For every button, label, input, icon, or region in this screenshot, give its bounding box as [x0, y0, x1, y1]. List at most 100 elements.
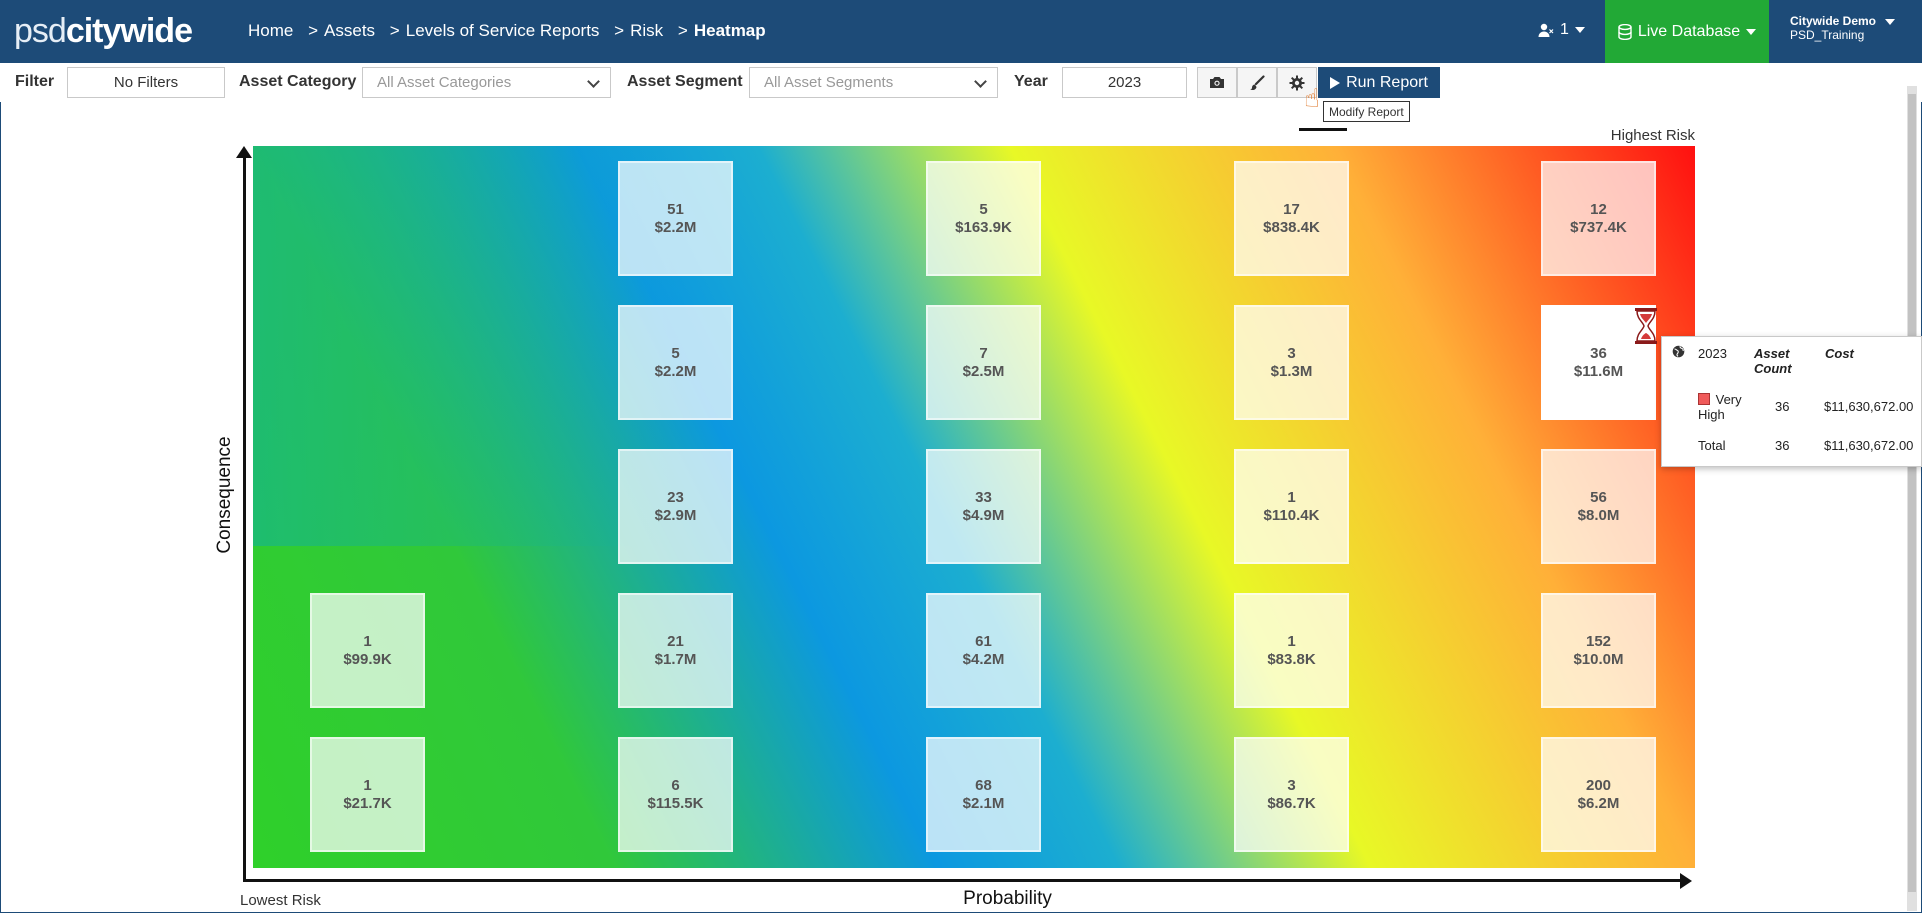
breadcrumb-assets[interactable]: Assets	[324, 21, 375, 40]
cell-cost: $4.2M	[962, 650, 1005, 668]
heatmap-cell[interactable]: 23 $2.9M	[618, 449, 733, 564]
heatmap-cell[interactable]: 6 $115.5K	[618, 737, 733, 852]
vertical-scrollbar[interactable]	[1907, 86, 1917, 911]
popup-col-count-2: Count	[1754, 361, 1792, 376]
heatmap-cell[interactable]: 21 $1.7M	[618, 593, 733, 708]
snapshot-button[interactable]	[1197, 67, 1237, 98]
popup-total-cost: $11,630,672.00	[1824, 438, 1914, 453]
cell-cost: $11.6M	[1573, 362, 1624, 380]
cell-cost: $4.9M	[962, 506, 1005, 524]
asset-category-placeholder: All Asset Categories	[377, 74, 512, 91]
heatmap-cell[interactable]: 61 $4.2M	[926, 593, 1041, 708]
globe-icon	[1672, 345, 1685, 361]
breadcrumb: Home > Assets > Levels of Service Reports …	[248, 20, 766, 42]
cell-cost: $2.5M	[962, 362, 1005, 380]
cell-cost: $737.4K	[1570, 218, 1627, 236]
cell-count: 5	[671, 344, 680, 362]
heatmap-cell[interactable]: 33 $4.9M	[926, 449, 1041, 564]
year-label: Year	[1014, 73, 1048, 90]
popup-row-label-1: Very	[1698, 392, 1742, 407]
run-report-button[interactable]: Run Report	[1318, 67, 1440, 98]
chevron-down-icon	[1746, 28, 1757, 35]
very-high-swatch	[1698, 393, 1710, 405]
y-axis-line	[243, 150, 246, 882]
cell-cost: $2.9M	[654, 506, 697, 524]
scrollbar-thumb[interactable]	[1908, 94, 1916, 892]
cell-count: 61	[975, 632, 992, 650]
cell-cost: $163.9K	[955, 218, 1012, 236]
heatmap-cell[interactable]: 3 $1.3M	[1234, 305, 1349, 420]
cell-cost: $10.0M	[1573, 650, 1624, 668]
x-axis-label: Probability	[963, 888, 1052, 909]
breadcrumb-separator: >	[677, 21, 688, 40]
heatmap-cell[interactable]: 51 $2.2M	[618, 161, 733, 276]
filter-field[interactable]: No Filters	[67, 67, 225, 98]
heatmap-cell[interactable]: 12 $737.4K	[1541, 161, 1656, 276]
database-label: Live Database	[1637, 22, 1741, 40]
cell-cost: $115.5K	[647, 794, 704, 812]
heatmap-cell[interactable]: 3 $86.7K	[1234, 737, 1349, 852]
breadcrumb-separator: >	[389, 21, 400, 40]
cell-count: 5	[979, 200, 988, 218]
asset-category-select[interactable]: All Asset Categories	[362, 67, 611, 98]
chevron-down-icon	[974, 75, 987, 88]
popup-row-cost: $11,630,672.00	[1824, 399, 1914, 414]
popup-col-count-1: Asset	[1754, 346, 1790, 361]
popup-total-label: Total	[1698, 438, 1726, 453]
cell-count: 12	[1590, 200, 1607, 218]
heatmap-cell[interactable]: 68 $2.1M	[926, 737, 1041, 852]
heatmap-cell[interactable]: 56 $8.0M	[1541, 449, 1656, 564]
breadcrumb-levels-of-service[interactable]: Levels of Service Reports	[406, 21, 600, 40]
run-report-label: Run Report	[1346, 73, 1428, 91]
cell-count: 1	[363, 776, 372, 794]
y-axis-label: Consequence	[214, 436, 235, 554]
popup-year: 2023	[1698, 346, 1727, 361]
heatmap-cell[interactable]: 1 $110.4K	[1234, 449, 1349, 564]
x-axis-arrow	[1680, 873, 1692, 889]
heatmap-cell[interactable]: 1 $83.8K	[1234, 593, 1349, 708]
user-count-value: 1	[1560, 21, 1569, 38]
cell-cost: $110.4K	[1263, 506, 1320, 524]
cell-cost: $21.7K	[343, 794, 392, 812]
brush-icon	[1250, 74, 1265, 90]
cell-cost: $838.4K	[1263, 218, 1320, 236]
chevron-down-icon	[1885, 19, 1896, 25]
breadcrumb-separator: >	[614, 21, 625, 40]
account-menu[interactable]: Citywide Demo PSD_Training	[1790, 14, 1896, 42]
cell-count: 1	[1287, 632, 1296, 650]
heatmap-cell[interactable]: 1 $99.9K	[310, 593, 425, 708]
popup-row-count: 36	[1775, 399, 1790, 414]
heatmap-cell[interactable]: 1 $21.7K	[310, 737, 425, 852]
database-icon	[1618, 23, 1632, 40]
cell-count: 7	[979, 344, 988, 362]
cell-cost: $2.1M	[962, 794, 1005, 812]
heatmap-cell[interactable]: 5 $2.2M	[618, 305, 733, 420]
cell-count: 56	[1590, 488, 1607, 506]
heatmap-cell[interactable]: 7 $2.5M	[926, 305, 1041, 420]
year-field[interactable]: 2023	[1062, 67, 1187, 98]
user-icon	[1538, 23, 1554, 37]
heatmap-cell[interactable]: 17 $838.4K	[1234, 161, 1349, 276]
account-sub: PSD_Training	[1790, 28, 1865, 42]
highest-risk-label: Highest Risk	[1610, 127, 1695, 144]
filter-label: Filter	[15, 73, 55, 90]
cell-cost: $83.8K	[1267, 650, 1316, 668]
cell-count: 23	[667, 488, 684, 506]
heatmap-cell[interactable]: 200 $6.2M	[1541, 737, 1656, 852]
cell-count: 68	[975, 776, 992, 794]
heatmap-cell[interactable]: 152 $10.0M	[1541, 593, 1656, 708]
user-menu[interactable]: 1	[1538, 21, 1585, 39]
style-button[interactable]	[1237, 67, 1277, 98]
asset-segment-select[interactable]: All Asset Segments	[749, 67, 998, 98]
cell-count: 200	[1585, 776, 1612, 794]
breadcrumb-heatmap: Heatmap	[693, 21, 766, 40]
cell-cost: $2.2M	[654, 362, 697, 380]
breadcrumb-risk[interactable]: Risk	[630, 21, 663, 40]
cell-count: 3	[1287, 344, 1296, 362]
breadcrumb-home[interactable]: Home	[248, 21, 293, 40]
psd-citywide-logo[interactable]: psdcitywide	[14, 12, 193, 50]
heatmap-cell[interactable]: 5 $163.9K	[926, 161, 1041, 276]
cell-detail-popup: 2023 Asset Count Cost Very High 36 $11,6…	[1661, 336, 1922, 467]
cell-cost: $86.7K	[1267, 794, 1316, 812]
live-database-button[interactable]: Live Database	[1605, 0, 1769, 63]
